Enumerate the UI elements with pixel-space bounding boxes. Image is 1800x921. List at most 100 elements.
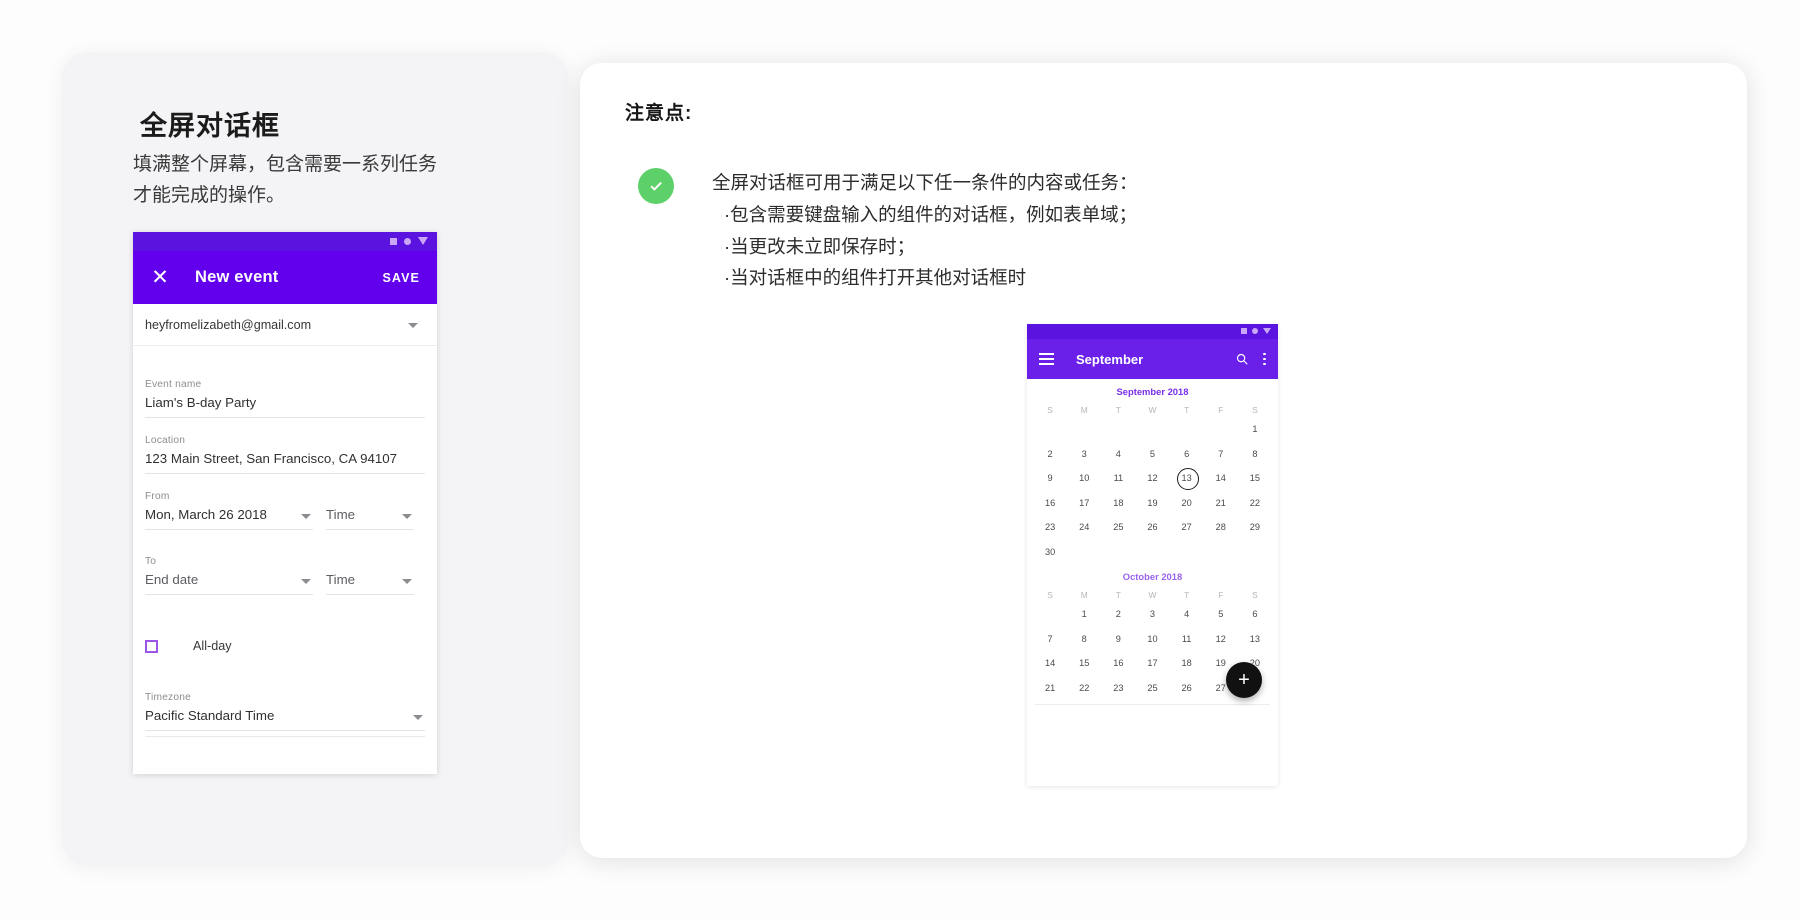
more-vert-icon[interactable] [1263,352,1266,366]
day-cell[interactable]: 7 [1204,442,1238,467]
day-cell[interactable]: 12 [1135,466,1169,491]
event-name-field[interactable]: Event name Liam's B-day Party [145,379,425,418]
day-cell[interactable]: 14 [1033,651,1067,676]
day-cell[interactable]: 25 [1135,676,1169,701]
day-cell[interactable]: 1 [1238,417,1272,442]
day-cell[interactable]: 9 [1033,466,1067,491]
day-cell[interactable]: 12 [1204,627,1238,652]
account-select[interactable]: heyfromelizabeth@gmail.com [133,304,437,346]
field-underline [145,730,425,731]
day-cell-empty [1101,417,1135,442]
day-cell[interactable]: 16 [1033,491,1067,516]
timezone-field[interactable]: Timezone Pacific Standard Time [145,692,425,731]
status-bar-icons [1241,328,1271,334]
to-date-field[interactable]: To End date [145,556,313,595]
weekday: T [1184,590,1190,600]
day-cell[interactable]: 2 [1101,602,1135,627]
day-cell[interactable]: 20 [1170,491,1204,516]
day-cell[interactable]: 14 [1204,466,1238,491]
day-cell[interactable]: 11 [1101,466,1135,491]
weekday: S [1047,590,1053,600]
weekday: M [1080,405,1088,415]
weekday: S [1252,590,1258,600]
day-cell[interactable]: 18 [1101,491,1135,516]
location-label: Location [145,435,186,446]
triangle-icon [418,237,428,245]
day-cell[interactable]: 8 [1238,442,1272,467]
chevron-down-icon [402,514,412,519]
square-icon [390,237,397,245]
day-cell-empty [1067,540,1101,565]
day-cell[interactable]: 17 [1135,651,1169,676]
day-cell[interactable]: 10 [1135,627,1169,652]
day-cell[interactable]: 22 [1238,491,1272,516]
day-cell[interactable]: 26 [1170,676,1204,701]
from-row: From Mon, March 26 2018 Time [145,491,425,530]
calendar-status-bar [1027,324,1278,339]
from-time-field[interactable]: Time [326,491,414,530]
weekday-header: S M T W T F S [1027,401,1278,417]
section-divider [145,736,425,737]
day-cell[interactable]: 3 [1067,442,1101,467]
circle-icon [1252,328,1258,334]
add-event-fab[interactable]: + [1226,662,1262,698]
day-cell[interactable]: 30 [1033,540,1067,565]
to-row: To End date Time [145,556,425,595]
day-cell[interactable]: 6 [1238,602,1272,627]
day-cell[interactable]: 15 [1067,651,1101,676]
day-cell[interactable]: 27 [1170,515,1204,540]
day-cell[interactable]: 29 [1238,515,1272,540]
timezone-label: Timezone [145,692,191,703]
day-cell[interactable]: 4 [1170,602,1204,627]
day-cell[interactable]: 10 [1067,466,1101,491]
notes-bullet: ·当更改未立即保存时； [724,235,916,257]
day-cell[interactable]: 5 [1204,602,1238,627]
field-underline [145,473,425,474]
from-date-field[interactable]: From Mon, March 26 2018 [145,491,313,530]
day-cell[interactable]: 19 [1135,491,1169,516]
day-cell[interactable]: 24 [1067,515,1101,540]
day-cell[interactable]: 2 [1033,442,1067,467]
location-field[interactable]: Location 123 Main Street, San Francisco,… [145,435,425,474]
day-cell[interactable]: 17 [1067,491,1101,516]
day-cell[interactable]: 21 [1033,676,1067,701]
weekday: M [1080,590,1088,600]
day-cell[interactable]: 11 [1170,627,1204,652]
day-cell[interactable]: 3 [1135,602,1169,627]
dialog-title: New event [195,268,279,286]
day-cell[interactable]: 8 [1067,627,1101,652]
all-day-row[interactable]: All-day [145,639,232,653]
calendar-scroll[interactable]: September 2018 S M T W T F S 1 2 3 4 5 6 7 8 9 10… [1027,379,1278,705]
day-cell[interactable]: 18 [1170,651,1204,676]
save-button[interactable]: SAVE [382,271,420,285]
day-cell[interactable]: 23 [1101,676,1135,701]
day-cell[interactable]: 13 [1238,627,1272,652]
day-cell[interactable]: 23 [1033,515,1067,540]
month-grid-september[interactable]: 1 2 3 4 5 6 7 8 9 10 11 12 13 14 15 16 17 18 19 20 21 22 23 24 2… [1027,417,1278,564]
divider [1035,704,1270,705]
account-value: heyfromelizabeth@gmail.com [145,317,312,332]
day-cell-empty [1170,417,1204,442]
day-cell[interactable]: 22 [1067,676,1101,701]
day-cell[interactable]: 25 [1101,515,1135,540]
status-bar-icons [390,237,428,245]
month-label: October 2018 [1122,571,1183,582]
day-cell[interactable]: 26 [1135,515,1169,540]
day-cell[interactable]: 13 [1170,466,1204,491]
day-cell[interactable]: 28 [1204,515,1238,540]
day-cell[interactable]: 6 [1170,442,1204,467]
day-cell[interactable]: 1 [1067,602,1101,627]
search-icon[interactable] [1235,352,1249,366]
day-cell[interactable]: 5 [1135,442,1169,467]
day-cell[interactable]: 16 [1101,651,1135,676]
to-time-field[interactable]: Time [326,556,414,595]
day-cell[interactable]: 7 [1033,627,1067,652]
day-cell[interactable]: 9 [1101,627,1135,652]
day-cell[interactable]: 21 [1204,491,1238,516]
all-day-checkbox[interactable] [145,639,158,653]
close-icon[interactable]: ✕ [143,267,177,288]
day-cell[interactable]: 4 [1101,442,1135,467]
screenshot-root: 全屏对话框 填满整个屏幕，包含需要一系列任务才能完成的操作。 ✕ New eve… [0,0,1800,921]
hamburger-icon[interactable] [1039,353,1054,365]
day-cell[interactable]: 15 [1238,466,1272,491]
